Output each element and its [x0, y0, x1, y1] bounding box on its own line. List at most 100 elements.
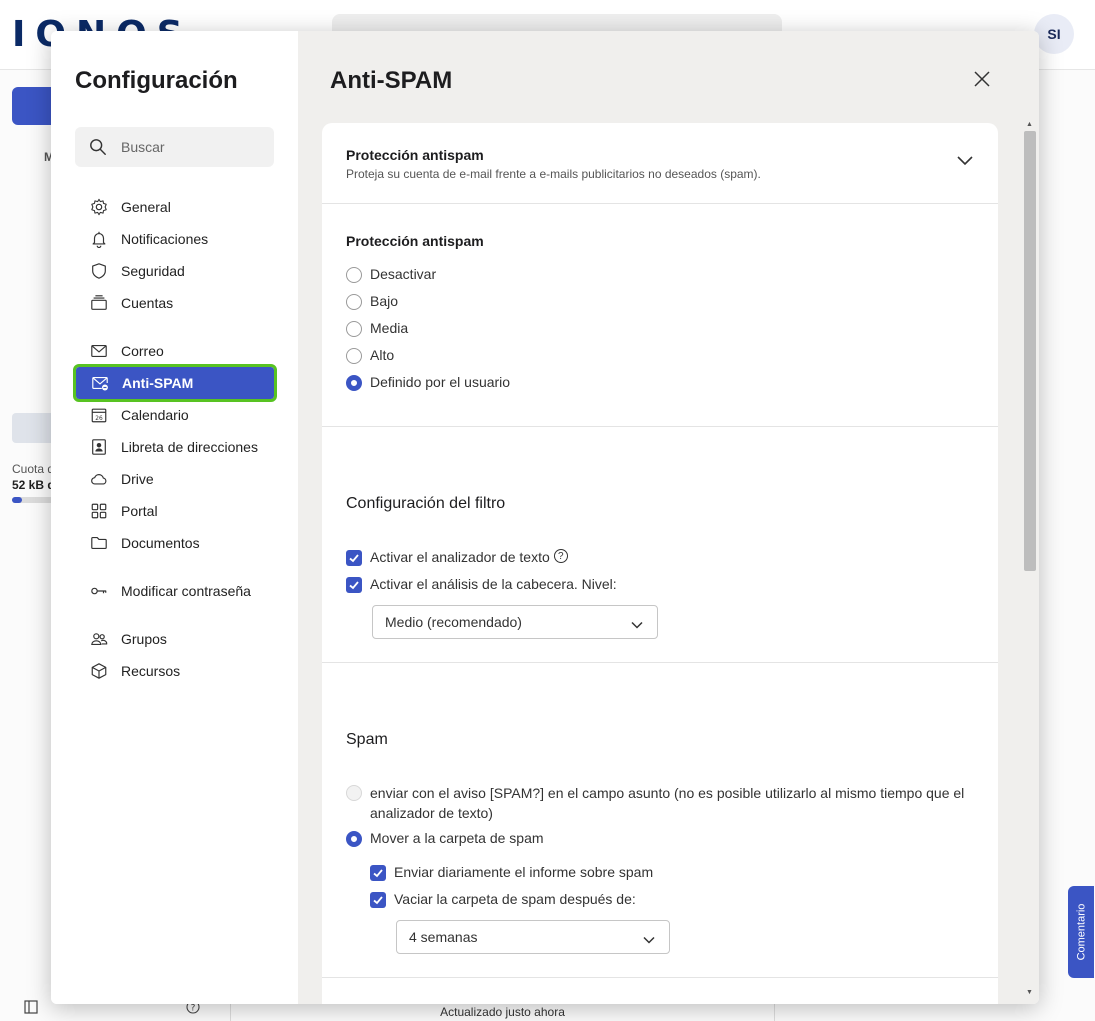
cloud-icon [89, 469, 109, 489]
sidebar-item-notifications[interactable]: Notificaciones [75, 223, 275, 255]
key-icon [89, 581, 109, 601]
gear-icon [89, 197, 109, 217]
sidebar-item-groups[interactable]: Grupos [75, 623, 275, 655]
sidebar-item-label: General [121, 199, 171, 215]
help-icon[interactable]: ? [553, 549, 568, 563]
svg-text:?: ? [191, 1004, 196, 1014]
radio-option-move-to-spam[interactable]: Mover a la carpeta de spam [346, 830, 544, 847]
status-bar: Actualizado justo ahora [230, 1002, 775, 1021]
spam-section: Spam enviar con el aviso [SPAM?] en el c… [322, 663, 998, 978]
bell-icon [89, 229, 109, 249]
settings-sidebar: Configuración General Notificaciones Seg… [51, 31, 298, 1004]
protection-title: Protección antispam [346, 233, 484, 249]
sidebar-item-portal[interactable]: Portal [75, 495, 275, 527]
sidebar-item-label: Drive [121, 471, 154, 487]
accounts-icon [89, 293, 109, 313]
checkbox-checked[interactable] [370, 892, 386, 908]
checkbox-checked[interactable] [370, 865, 386, 881]
sidebar-item-label: Recursos [121, 663, 181, 679]
settings-search[interactable] [75, 127, 274, 167]
card-header-subtitle: Proteja su cuenta de e-mail frente a e-m… [346, 167, 761, 181]
sidebar-item-documents[interactable]: Documentos [75, 527, 275, 559]
radio-button-selected[interactable] [346, 831, 362, 847]
sidebar-item-label: Notificaciones [121, 231, 209, 247]
sidebar-item-mail[interactable]: Correo [75, 335, 275, 367]
folder-icon [89, 533, 109, 553]
radio-option-tag-subject[interactable]: enviar con el aviso [SPAM?] en el campo … [346, 783, 966, 823]
checkbox-empty-spam[interactable]: Vaciar la carpeta de spam después de: [370, 891, 636, 908]
radio-button[interactable] [346, 267, 362, 283]
shield-icon [89, 261, 109, 281]
radio-option-custom[interactable]: Definido por el usuario [346, 374, 510, 391]
sidebar-item-label: Documentos [121, 535, 200, 551]
search-icon [90, 139, 106, 155]
scroll-down-icon[interactable]: ▼ [1026, 989, 1033, 996]
calendar-icon: 26 [89, 405, 109, 425]
radio-button-disabled [346, 785, 362, 801]
radio-button[interactable] [346, 348, 362, 364]
mail-icon [89, 341, 109, 361]
protection-section: Protección antispam Desactivar Bajo Medi… [322, 204, 998, 427]
scrollbar-thumb[interactable] [1024, 131, 1036, 571]
empty-after-select[interactable]: 4 semanas [396, 920, 670, 954]
settings-title: Configuración [75, 67, 238, 94]
search-input[interactable] [121, 139, 261, 155]
chevron-down-icon [643, 931, 655, 947]
close-icon [974, 71, 990, 87]
sidebar-item-change-password[interactable]: Modificar contraseña [75, 575, 275, 607]
sidebar-item-security[interactable]: Seguridad [75, 255, 275, 287]
radio-button[interactable] [346, 321, 362, 337]
page-title: Anti-SPAM [330, 67, 453, 94]
settings-dialog: Configuración General Notificaciones Seg… [51, 31, 1039, 1004]
quota-value: 52 kB d [12, 478, 55, 492]
close-button[interactable] [970, 67, 994, 91]
feedback-button[interactable]: Comentario [1068, 886, 1094, 978]
cube-icon [89, 661, 109, 681]
content-scroll-area[interactable]: Protección antispam Proteja su cuenta de… [322, 123, 998, 1004]
checkbox-daily-report[interactable]: Enviar diariamente el informe sobre spam [370, 864, 653, 881]
sidebar-item-general[interactable]: General [75, 191, 275, 223]
checkbox-text-analyzer[interactable]: Activar el analizador de texto ? [346, 549, 568, 566]
groups-icon [89, 629, 109, 649]
sidebar-item-accounts[interactable]: Cuentas [75, 287, 275, 319]
sidebar-item-label: Calendario [121, 407, 189, 423]
quota-label: Cuota d [12, 462, 55, 476]
filter-section: Configuración del filtro Activar el anal… [322, 427, 998, 663]
radio-option-off[interactable]: Desactivar [346, 266, 436, 283]
settings-content: Anti-SPAM Protección antispam Proteja su… [298, 31, 1039, 1004]
radio-button[interactable] [346, 294, 362, 310]
sidebar-toggle-icon[interactable] [24, 1000, 38, 1017]
card-header[interactable]: Protección antispam Proteja su cuenta de… [322, 123, 998, 204]
sidebar-item-label: Correo [121, 343, 164, 359]
grid-icon [89, 501, 109, 521]
sidebar-item-calendar[interactable]: 26 Calendario [75, 399, 275, 431]
radio-button-selected[interactable] [346, 375, 362, 391]
radio-option-high[interactable]: Alto [346, 347, 394, 364]
chevron-down-icon[interactable] [956, 153, 974, 171]
sidebar-item-contacts[interactable]: Libreta de direcciones [75, 431, 275, 463]
header-level-select[interactable]: Medio (recomendado) [372, 605, 658, 639]
checkbox-checked[interactable] [346, 577, 362, 593]
chevron-down-icon [631, 616, 643, 632]
radio-option-low[interactable]: Bajo [346, 293, 398, 310]
radio-option-medium[interactable]: Media [346, 320, 408, 337]
sidebar-item-label: Seguridad [121, 263, 185, 279]
checkbox-checked[interactable] [346, 550, 362, 566]
sidebar-item-drive[interactable]: Drive [75, 463, 275, 495]
checkbox-header-analysis[interactable]: Activar el análisis de la cabecera. Nive… [346, 576, 617, 593]
sidebar-item-label: Cuentas [121, 295, 174, 311]
scroll-up-icon[interactable]: ▲ [1026, 121, 1033, 128]
sidebar-item-resources[interactable]: Recursos [75, 655, 275, 687]
card-header-title: Protección antispam [346, 147, 484, 163]
sidebar-item-label: Modificar contraseña [121, 583, 251, 599]
filter-title: Configuración del filtro [346, 495, 506, 512]
avatar[interactable]: SI [1034, 14, 1074, 54]
sidebar-item-label: Libreta de direcciones [121, 439, 258, 455]
sidebar-item-label: Grupos [121, 631, 167, 647]
mail-block-icon [90, 373, 110, 393]
sidebar-item-label: Portal [121, 503, 158, 519]
sidebar-item-label: Anti-SPAM [122, 375, 194, 391]
anti-spam-card: Protección antispam Proteja su cuenta de… [322, 123, 998, 1004]
spam-title: Spam [346, 731, 388, 748]
sidebar-item-anti-spam[interactable]: Anti-SPAM [73, 364, 277, 402]
